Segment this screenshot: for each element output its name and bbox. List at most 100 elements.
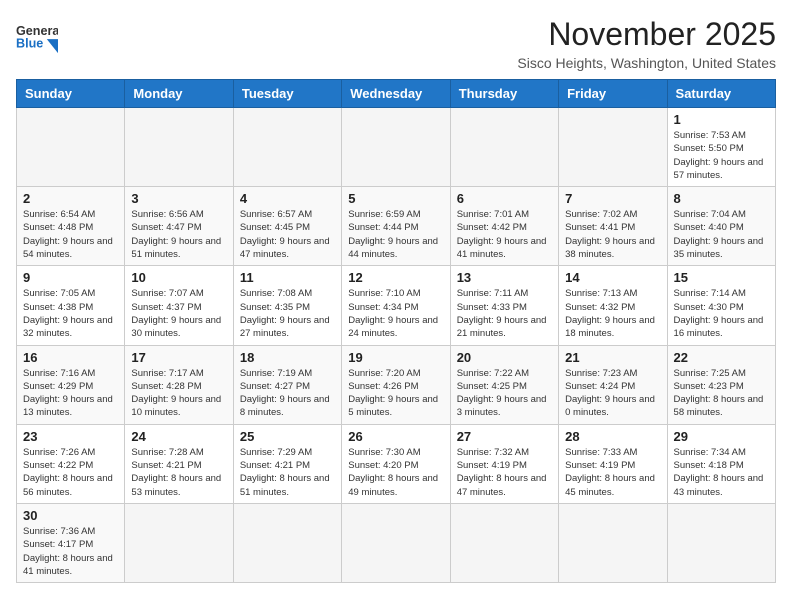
day-info: Sunrise: 7:25 AMSunset: 4:23 PMDaylight:…	[674, 367, 769, 420]
calendar-cell: 9 Sunrise: 7:05 AMSunset: 4:38 PMDaylight…	[17, 266, 125, 345]
month-title: November 2025	[517, 16, 776, 53]
day-info: Sunrise: 7:22 AMSunset: 4:25 PMDaylight:…	[457, 367, 552, 420]
svg-text:Blue: Blue	[16, 37, 43, 51]
day-info: Sunrise: 7:07 AMSunset: 4:37 PMDaylight:…	[131, 287, 226, 340]
day-number: 1	[674, 112, 769, 127]
day-info: Sunrise: 7:13 AMSunset: 4:32 PMDaylight:…	[565, 287, 660, 340]
calendar-cell: 19 Sunrise: 7:20 AMSunset: 4:26 PMDayligh…	[342, 345, 450, 424]
day-info: Sunrise: 6:56 AMSunset: 4:47 PMDaylight:…	[131, 208, 226, 261]
day-number: 14	[565, 270, 660, 285]
day-number: 6	[457, 191, 552, 206]
day-info: Sunrise: 7:04 AMSunset: 4:40 PMDaylight:…	[674, 208, 769, 261]
weekday-header-wednesday: Wednesday	[342, 80, 450, 108]
calendar-cell	[233, 108, 341, 187]
calendar-cell	[559, 503, 667, 582]
calendar-cell: 21Sunrise: 7:23 AMSunset: 4:24 PMDayligh…	[559, 345, 667, 424]
day-number: 18	[240, 350, 335, 365]
calendar-week-5: 23Sunrise: 7:26 AMSunset: 4:22 PMDayligh…	[17, 424, 776, 503]
day-info: Sunrise: 6:59 AMSunset: 4:44 PMDaylight:…	[348, 208, 443, 261]
calendar-cell	[342, 503, 450, 582]
calendar-cell	[450, 108, 558, 187]
calendar-cell: 14 Sunrise: 7:13 AMSunset: 4:32 PMDayligh…	[559, 266, 667, 345]
logo: General Blue	[16, 16, 58, 58]
calendar-cell: 2Sunrise: 6:54 AMSunset: 4:48 PMDaylight…	[17, 187, 125, 266]
calendar-cell	[342, 108, 450, 187]
day-number: 12	[348, 270, 443, 285]
calendar-cell	[233, 503, 341, 582]
day-info: Sunrise: 7:23 AMSunset: 4:24 PMDaylight:…	[565, 367, 660, 420]
calendar-cell: 11 Sunrise: 7:08 AMSunset: 4:35 PMDayligh…	[233, 266, 341, 345]
day-number: 16	[23, 350, 118, 365]
weekday-header-sunday: Sunday	[17, 80, 125, 108]
day-info: Sunrise: 7:02 AMSunset: 4:41 PMDaylight:…	[565, 208, 660, 261]
day-info: Sunrise: 7:34 AMSunset: 4:18 PMDaylight:…	[674, 446, 769, 499]
calendar-cell: 20 Sunrise: 7:22 AMSunset: 4:25 PMDayligh…	[450, 345, 558, 424]
day-number: 29	[674, 429, 769, 444]
day-number: 27	[457, 429, 552, 444]
day-info: Sunrise: 7:36 AMSunset: 4:17 PMDaylight:…	[23, 525, 118, 578]
day-number: 20	[457, 350, 552, 365]
calendar-week-6: 30 Sunrise: 7:36 AMSunset: 4:17 PMDayligh…	[17, 503, 776, 582]
calendar-cell: 29 Sunrise: 7:34 AMSunset: 4:18 PMDayligh…	[667, 424, 775, 503]
calendar-cell: 23Sunrise: 7:26 AMSunset: 4:22 PMDayligh…	[17, 424, 125, 503]
calendar-cell: 30 Sunrise: 7:36 AMSunset: 4:17 PMDayligh…	[17, 503, 125, 582]
calendar-cell: 4 Sunrise: 6:57 AMSunset: 4:45 PMDaylight…	[233, 187, 341, 266]
day-info: Sunrise: 7:14 AMSunset: 4:30 PMDaylight:…	[674, 287, 769, 340]
day-number: 13	[457, 270, 552, 285]
day-info: Sunrise: 7:30 AMSunset: 4:20 PMDaylight:…	[348, 446, 443, 499]
day-number: 19	[348, 350, 443, 365]
day-number: 28	[565, 429, 660, 444]
calendar-week-2: 2Sunrise: 6:54 AMSunset: 4:48 PMDaylight…	[17, 187, 776, 266]
day-info: Sunrise: 6:57 AMSunset: 4:45 PMDaylight:…	[240, 208, 335, 261]
day-number: 2	[23, 191, 118, 206]
day-info: Sunrise: 7:32 AMSunset: 4:19 PMDaylight:…	[457, 446, 552, 499]
day-info: Sunrise: 7:11 AMSunset: 4:33 PMDaylight:…	[457, 287, 552, 340]
day-number: 30	[23, 508, 118, 523]
calendar-cell: 15Sunrise: 7:14 AMSunset: 4:30 PMDayligh…	[667, 266, 775, 345]
calendar-cell: 18Sunrise: 7:19 AMSunset: 4:27 PMDayligh…	[233, 345, 341, 424]
weekday-header-thursday: Thursday	[450, 80, 558, 108]
calendar-cell	[17, 108, 125, 187]
calendar-cell: 27 Sunrise: 7:32 AMSunset: 4:19 PMDayligh…	[450, 424, 558, 503]
calendar-cell: 10 Sunrise: 7:07 AMSunset: 4:37 PMDayligh…	[125, 266, 233, 345]
day-number: 5	[348, 191, 443, 206]
calendar-cell: 24Sunrise: 7:28 AMSunset: 4:21 PMDayligh…	[125, 424, 233, 503]
day-info: Sunrise: 7:29 AMSunset: 4:21 PMDaylight:…	[240, 446, 335, 499]
day-number: 10	[131, 270, 226, 285]
day-number: 8	[674, 191, 769, 206]
svg-text:General: General	[16, 24, 58, 38]
calendar-cell: 17Sunrise: 7:17 AMSunset: 4:28 PMDayligh…	[125, 345, 233, 424]
day-info: Sunrise: 7:53 AMSunset: 5:50 PMDaylight:…	[674, 129, 769, 182]
day-number: 25	[240, 429, 335, 444]
calendar-cell	[559, 108, 667, 187]
calendar-cell: 13 Sunrise: 7:11 AMSunset: 4:33 PMDayligh…	[450, 266, 558, 345]
calendar-cell: 16 Sunrise: 7:16 AMSunset: 4:29 PMDayligh…	[17, 345, 125, 424]
day-number: 3	[131, 191, 226, 206]
calendar-week-4: 16 Sunrise: 7:16 AMSunset: 4:29 PMDayligh…	[17, 345, 776, 424]
calendar-cell: 5 Sunrise: 6:59 AMSunset: 4:44 PMDaylight…	[342, 187, 450, 266]
day-info: Sunrise: 7:08 AMSunset: 4:35 PMDaylight:…	[240, 287, 335, 340]
title-area: November 2025 Sisco Heights, Washington,…	[517, 16, 776, 71]
day-info: Sunrise: 7:20 AMSunset: 4:26 PMDaylight:…	[348, 367, 443, 420]
calendar-cell: 25 Sunrise: 7:29 AMSunset: 4:21 PMDayligh…	[233, 424, 341, 503]
calendar-cell	[450, 503, 558, 582]
calendar-cell	[125, 503, 233, 582]
calendar-cell: 8 Sunrise: 7:04 AMSunset: 4:40 PMDaylight…	[667, 187, 775, 266]
calendar-cell: 26 Sunrise: 7:30 AMSunset: 4:20 PMDayligh…	[342, 424, 450, 503]
calendar-cell: 3 Sunrise: 6:56 AMSunset: 4:47 PMDaylight…	[125, 187, 233, 266]
day-number: 26	[348, 429, 443, 444]
calendar-cell: 22Sunrise: 7:25 AMSunset: 4:23 PMDayligh…	[667, 345, 775, 424]
calendar-cell: 1 Sunrise: 7:53 AMSunset: 5:50 PMDaylight…	[667, 108, 775, 187]
page-header: General Blue November 2025 Sisco Heights…	[16, 16, 776, 71]
generalblue-logo-icon: General Blue	[16, 16, 58, 58]
weekday-header-saturday: Saturday	[667, 80, 775, 108]
weekday-header-friday: Friday	[559, 80, 667, 108]
day-info: Sunrise: 7:16 AMSunset: 4:29 PMDaylight:…	[23, 367, 118, 420]
day-number: 4	[240, 191, 335, 206]
day-number: 11	[240, 270, 335, 285]
day-number: 9	[23, 270, 118, 285]
day-info: Sunrise: 7:01 AMSunset: 4:42 PMDaylight:…	[457, 208, 552, 261]
day-number: 23	[23, 429, 118, 444]
calendar-cell: 12Sunrise: 7:10 AMSunset: 4:34 PMDayligh…	[342, 266, 450, 345]
day-info: Sunrise: 7:05 AMSunset: 4:38 PMDaylight:…	[23, 287, 118, 340]
